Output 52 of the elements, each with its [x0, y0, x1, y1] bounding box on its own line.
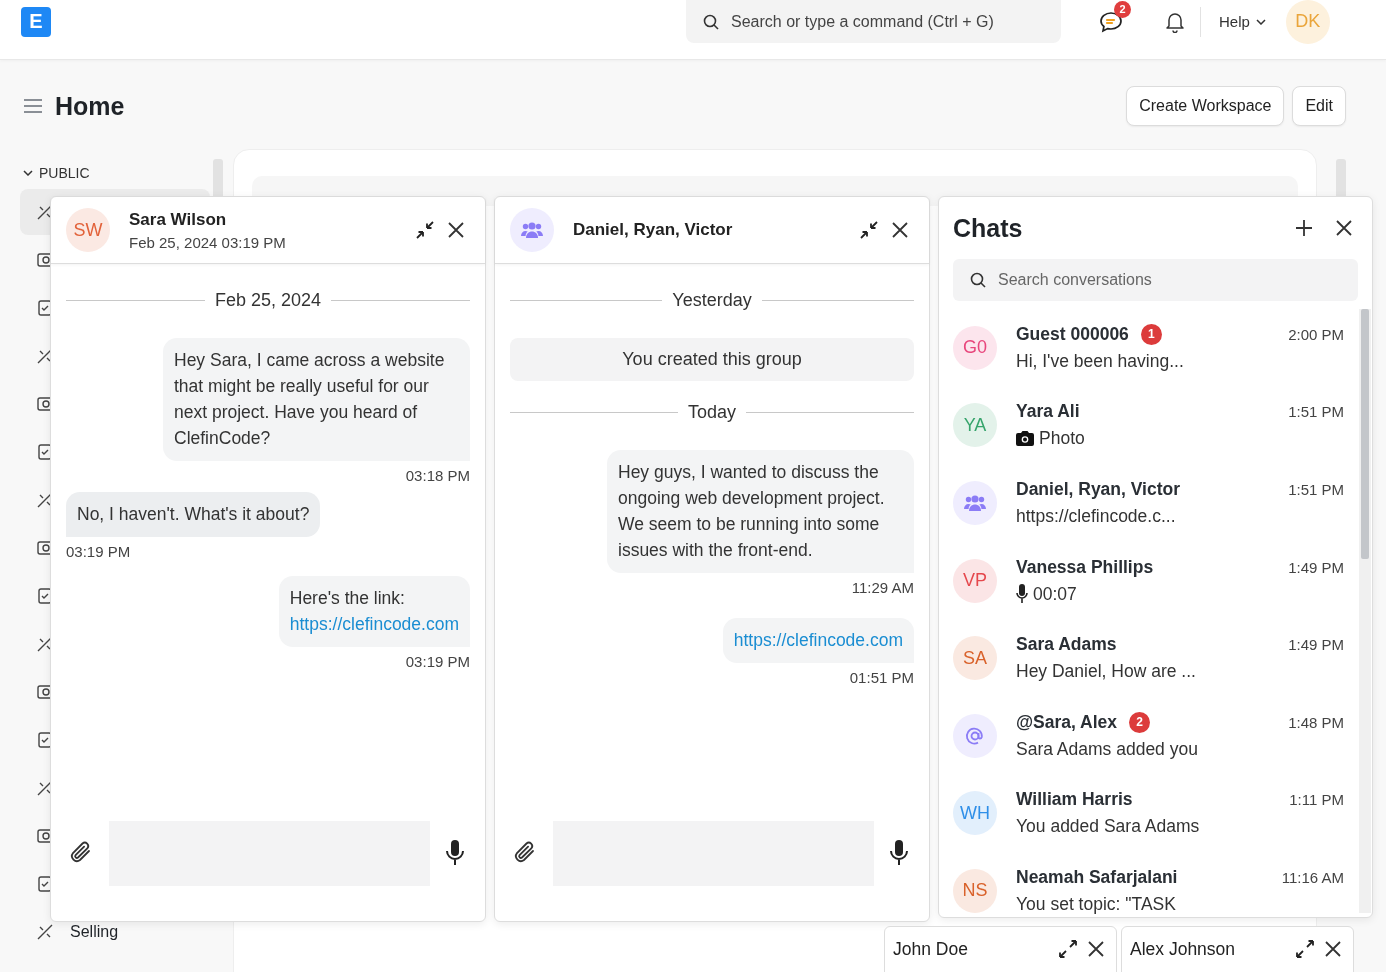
message-preview: https://clefincode.c...	[1016, 506, 1176, 527]
contact-name: Daniel, Ryan, Victor	[1016, 479, 1181, 500]
message-preview: Photo	[1039, 428, 1085, 450]
message-preview: You set topic: "TASK	[1016, 893, 1176, 915]
message-text: Hey guys, I wanted to discuss the ongoing web development project. We seem to be running into some issues with the front-end.	[618, 461, 886, 562]
message-time: 03:19 PM	[405, 653, 470, 670]
contact-name: Vanessa Phillips	[1016, 556, 1154, 578]
contact-name: Guest 000006	[1016, 323, 1129, 345]
avatar-initials: WH	[960, 802, 990, 824]
message-time: 1:51 PM	[1288, 403, 1344, 421]
notification-badge: 2	[1114, 0, 1131, 18]
message-preview: Sara Adams added you	[1016, 738, 1198, 760]
message-preview: 00:07	[1033, 583, 1077, 605]
message-time: 1:11 PM	[1289, 791, 1344, 809]
avatar-initials: G0	[963, 337, 987, 359]
message-time: 03:18 PM	[405, 467, 470, 484]
contact-name: Yara Ali	[1016, 401, 1080, 423]
avatar-initials: NS	[962, 880, 988, 902]
page-title: Home	[55, 91, 125, 121]
contact-name: Sara Adams	[1016, 634, 1117, 656]
message-text: No, I haven't. What's it about?	[77, 503, 310, 526]
panel-title: Chats	[953, 213, 1024, 243]
contact-name: @Sara, Alex	[1016, 711, 1118, 733]
message-time: 2:00 PM	[1288, 325, 1344, 343]
message-preview: You added Sara Adams	[1016, 816, 1200, 838]
avatar-initials: SW	[73, 219, 103, 241]
message-time: 1:49 PM	[1288, 636, 1344, 654]
system-message: You created this group	[510, 338, 914, 381]
message-preview: Hey Daniel, How are ...	[1016, 661, 1196, 683]
message-time: 1:51 PM	[1288, 481, 1344, 498]
date-divider: Today	[688, 402, 737, 423]
avatar-initials: VP	[963, 570, 987, 592]
message-text: Hey Sara, I came across a website that might be really useful for our next project. Have you heard of ClefinCode?	[174, 349, 446, 450]
contact-name: Neamah Safarjalani	[1016, 866, 1178, 888]
last-seen: Feb 25, 2024 03:19 PM	[129, 233, 287, 251]
unread-badge: 1	[1140, 323, 1162, 345]
message-time: 11:29 AM	[851, 579, 914, 596]
avatar-initials: YA	[963, 414, 987, 436]
message-time: 1:49 PM	[1288, 558, 1344, 576]
avatar-initials: SA	[963, 647, 987, 669]
date-divider: Feb 25, 2024	[214, 290, 322, 311]
contact-name: Daniel, Ryan, Victor	[573, 220, 734, 240]
message-time: 03:19 PM	[66, 543, 131, 560]
date-divider: Yesterday	[672, 290, 752, 311]
message-time: 11:16 AM	[1281, 868, 1344, 886]
message-time: 01:51 PM	[849, 669, 914, 686]
contact-name: Sara Wilson	[129, 209, 228, 230]
message-preview: Hi, I've been having...	[1016, 350, 1184, 372]
contact-name: William Harris	[1016, 789, 1133, 811]
unread-badge: 2	[1129, 711, 1151, 733]
message-time: 1:48 PM	[1288, 713, 1344, 731]
message-text: Here's the link:	[289, 587, 406, 610]
